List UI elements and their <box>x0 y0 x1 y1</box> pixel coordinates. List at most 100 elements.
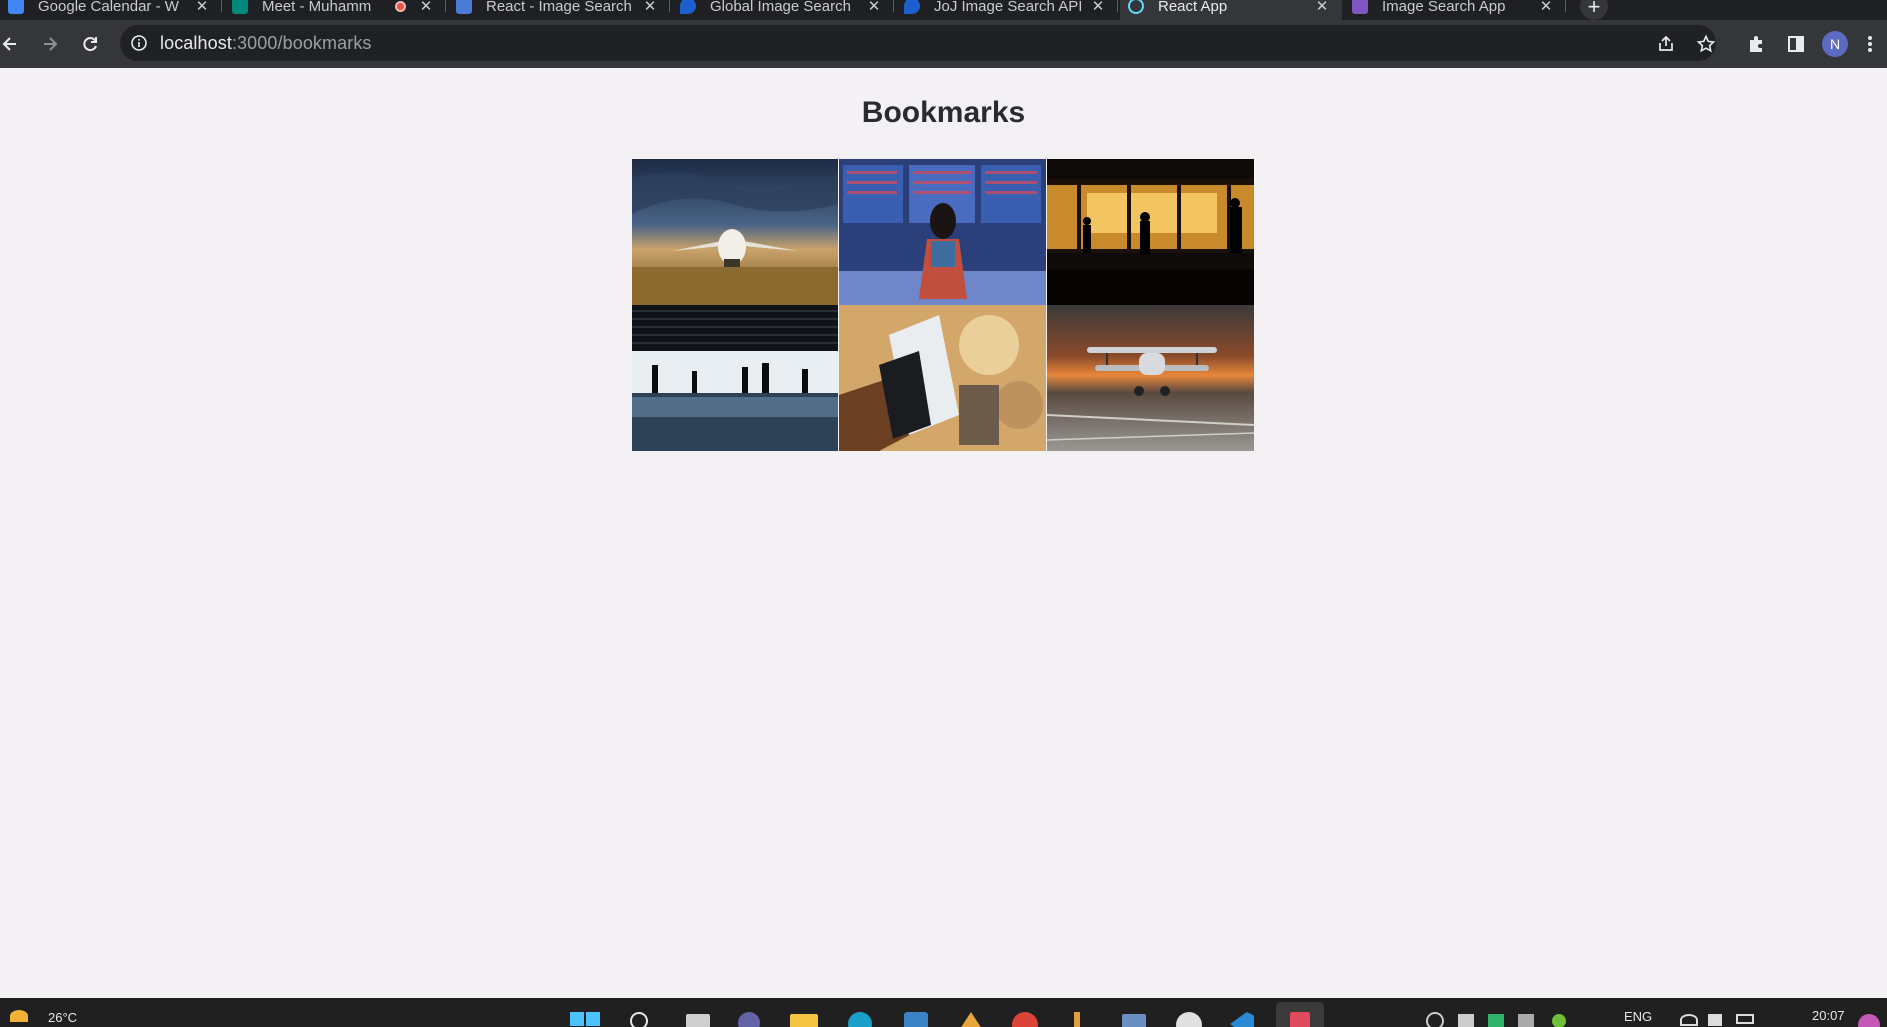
tab-title: Meet - Muhamm <box>262 0 372 15</box>
bird-icon <box>904 0 920 14</box>
sync-icon[interactable] <box>1426 1012 1444 1027</box>
close-icon[interactable]: ✕ <box>192 0 212 15</box>
site-info-icon[interactable] <box>130 34 148 52</box>
share-icon <box>1659 35 1673 51</box>
bookmark-image[interactable] <box>632 159 838 305</box>
battery-icon[interactable] <box>1736 1014 1754 1024</box>
forward-arrow-icon <box>44 37 58 51</box>
tray-gray-icon[interactable] <box>1518 1014 1534 1027</box>
tab-image-search-app[interactable]: Image Search App ✕ <box>1344 0 1566 20</box>
tray-leaf-icon[interactable] <box>1552 1014 1566 1027</box>
tab-joj-image-search-api[interactable]: JoJ Image Search API ✕ <box>896 0 1118 20</box>
tray-icon[interactable] <box>1458 1014 1474 1027</box>
bookmark-image[interactable] <box>839 305 1046 451</box>
menu-button[interactable] <box>1858 28 1882 60</box>
close-icon[interactable]: ✕ <box>1088 0 1108 15</box>
url-path: :3000/bookmarks <box>231 32 372 53</box>
docs-icon <box>456 0 472 14</box>
weather-temperature[interactable]: 26°C <box>48 1010 77 1025</box>
recording-icon <box>395 0 406 12</box>
image-terminal-sunset-icon <box>1047 159 1254 305</box>
tab-title: Global Image Search <box>710 0 851 15</box>
react-icon <box>1128 0 1144 14</box>
bird-icon <box>680 0 696 14</box>
slack-icon[interactable] <box>1176 1012 1202 1027</box>
image-terminal-hall-icon <box>632 305 838 451</box>
page-title: Bookmarks <box>861 96 1026 129</box>
file-explorer-icon[interactable] <box>790 1014 818 1027</box>
close-icon[interactable]: ✕ <box>1312 0 1332 15</box>
vscode-icon[interactable] <box>1230 1012 1254 1027</box>
bookmarks-grid <box>632 159 1254 451</box>
forms-icon <box>1352 0 1368 14</box>
close-icon[interactable]: ✕ <box>864 0 884 15</box>
tab-title: React App <box>1158 0 1228 15</box>
browser-toolbar: localhost:3000/bookmarks N <box>0 20 1887 68</box>
start-icon-quad <box>586 1012 600 1026</box>
bookmark-image[interactable] <box>1047 159 1254 305</box>
image-passport-icon <box>839 305 1046 451</box>
forward-button[interactable] <box>34 28 66 60</box>
more-vert-icon <box>1868 36 1872 52</box>
image-biplane-icon <box>1047 305 1254 451</box>
bookmark-image[interactable] <box>632 305 838 451</box>
notifications-icon[interactable] <box>1858 1014 1880 1027</box>
close-icon[interactable]: ✕ <box>640 0 660 15</box>
profile-avatar[interactable]: N <box>1822 31 1848 57</box>
photos-icon[interactable] <box>1122 1014 1146 1027</box>
windows-taskbar: 26°C ENG 20:07 <box>0 998 1887 1027</box>
clock-time[interactable]: 20:07 <box>1812 1008 1845 1023</box>
close-icon[interactable]: ✕ <box>1536 0 1556 15</box>
image-departures-board-icon <box>839 159 1046 305</box>
share-button[interactable] <box>1650 28 1682 60</box>
reload-button[interactable] <box>74 28 106 60</box>
minimize-button[interactable] <box>1674 0 1730 20</box>
side-panel-button[interactable] <box>1780 28 1812 60</box>
maximize-button[interactable] <box>1730 0 1786 20</box>
calendar-icon <box>8 0 24 14</box>
tray-green-icon[interactable] <box>1488 1014 1504 1027</box>
tab-title: React - Image Search <box>486 0 632 15</box>
language-indicator[interactable]: ENG <box>1624 1009 1652 1024</box>
puzzle-icon <box>1750 36 1762 52</box>
back-button[interactable] <box>0 28 26 60</box>
calendar-app-icon <box>1290 1012 1310 1027</box>
store-icon[interactable] <box>904 1012 928 1027</box>
close-icon[interactable]: ✕ <box>416 0 436 15</box>
volume-icon[interactable] <box>1708 1014 1722 1026</box>
star-icon <box>1696 34 1716 53</box>
tab-title: JoJ Image Search API <box>934 0 1083 15</box>
address-bar[interactable]: localhost:3000/bookmarks <box>120 25 1716 61</box>
task-view-icon[interactable] <box>686 1014 710 1027</box>
bookmark-star-button[interactable] <box>1690 28 1722 60</box>
side-panel-icon <box>1788 36 1804 52</box>
edge-icon[interactable] <box>848 1012 872 1027</box>
reload-icon <box>83 37 97 52</box>
pencil-icon[interactable] <box>1074 1012 1080 1027</box>
tab-react-image-search[interactable]: React - Image Search ✕ <box>448 0 670 20</box>
wifi-icon[interactable] <box>1680 1014 1698 1026</box>
tab-title: Google Calendar - W <box>38 0 179 15</box>
extensions-button[interactable] <box>1740 28 1772 60</box>
tab-global-image-search[interactable]: Global Image Search ✕ <box>672 0 894 20</box>
tab-react-app[interactable]: React App ✕ <box>1120 0 1342 20</box>
url-host: localhost <box>160 32 232 53</box>
bookmark-image[interactable] <box>839 159 1046 305</box>
tab-google-calendar[interactable]: Google Calendar - W ✕ <box>0 0 222 20</box>
bookmark-image[interactable] <box>1047 305 1254 451</box>
new-tab-button[interactable]: + <box>1580 0 1608 20</box>
chrome-icon[interactable] <box>1012 1012 1038 1027</box>
teams-icon[interactable] <box>738 1012 760 1027</box>
tab-strip: Google Calendar - W ✕ Meet - Muhamm ✕ Re… <box>0 0 1887 20</box>
url-text[interactable]: localhost:3000/bookmarks <box>160 33 372 54</box>
window-close-button[interactable] <box>1786 0 1842 20</box>
meet-icon <box>232 0 248 14</box>
search-icon[interactable] <box>630 1012 648 1027</box>
back-arrow-icon <box>2 37 16 51</box>
tab-title: Image Search App <box>1382 0 1506 15</box>
start-icon[interactable] <box>570 1012 584 1026</box>
weather-icon <box>10 1010 28 1022</box>
app-icon[interactable] <box>958 1012 984 1027</box>
tab-meet[interactable]: Meet - Muhamm ✕ <box>224 0 446 20</box>
image-airplane-dusk-icon <box>632 159 838 305</box>
